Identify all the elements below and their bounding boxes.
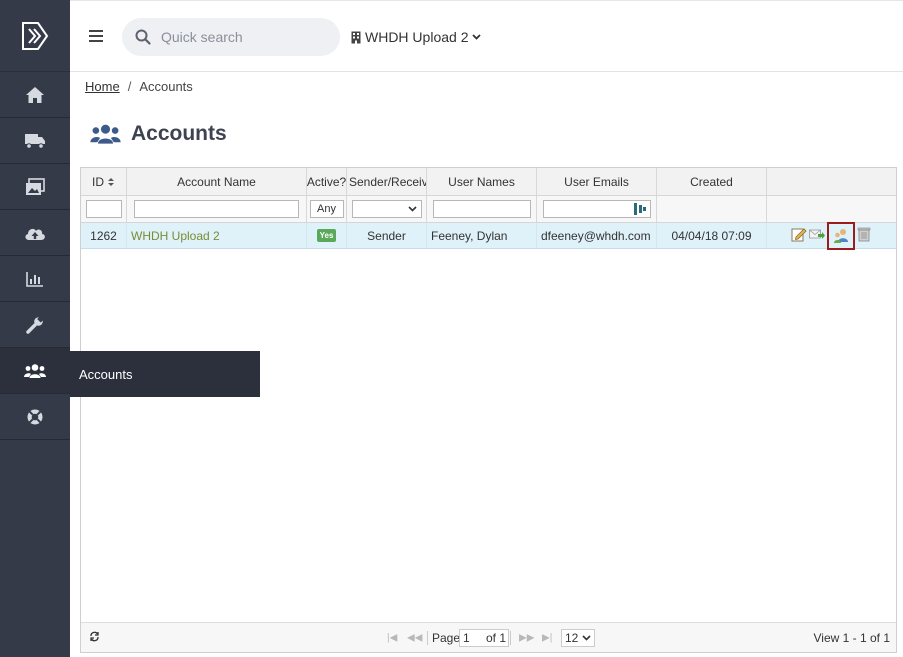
filter-id-input[interactable] — [85, 200, 122, 218]
forward-button[interactable] — [809, 226, 825, 245]
flyout-label: Accounts — [79, 366, 133, 382]
account-name-link[interactable]: WHDH Upload 2 — [131, 229, 220, 243]
top-bar: WHDH Upload 2 — [70, 0, 903, 72]
column-label-id: ID — [92, 174, 104, 189]
table-row[interactable]: 1262 WHDH Upload 2 Yes Sender Feeney, Dy… — [81, 221, 896, 250]
chevron-down-icon — [407, 206, 417, 212]
sidebar-item-upload[interactable] — [0, 210, 70, 256]
home-icon — [26, 86, 44, 103]
column-header-actions — [767, 168, 896, 195]
users-icon — [24, 363, 46, 378]
app-logo[interactable] — [0, 0, 70, 72]
breadcrumb-home-link[interactable]: Home — [85, 79, 120, 94]
column-header-created[interactable]: Created — [657, 168, 767, 195]
edit-button[interactable] — [791, 226, 807, 245]
breadcrumb: Home / Accounts — [85, 79, 193, 94]
cell-id: 1262 — [81, 223, 127, 248]
pager-divider — [427, 630, 428, 645]
filter-actions-cell — [767, 196, 896, 222]
page-title-text: Accounts — [131, 122, 227, 145]
cell-user-names: Feeney, Dylan — [427, 223, 537, 248]
page-title: Accounts — [89, 122, 227, 146]
quick-search — [122, 18, 340, 56]
pager-divider — [510, 630, 511, 645]
page-number-value: 1 — [463, 630, 470, 645]
truck-icon — [25, 133, 45, 149]
delete-button[interactable] — [857, 226, 871, 245]
sidebar-item-reports[interactable] — [0, 256, 70, 302]
refresh-icon — [90, 631, 99, 641]
search-input[interactable] — [161, 29, 321, 45]
column-header-user-emails[interactable]: User Emails — [537, 168, 657, 195]
filter-account-name-input[interactable] — [134, 200, 299, 218]
sort-icon — [108, 177, 114, 186]
column-header-sender-receiver[interactable]: Sender/Receiver — [347, 168, 427, 195]
menu-toggle-button[interactable] — [89, 29, 103, 48]
next-page-button[interactable]: ▶▶ — [519, 632, 534, 643]
sidebar-item-home[interactable] — [0, 72, 70, 118]
rows-per-page-select[interactable]: 12 — [561, 628, 595, 647]
filter-user-names-input[interactable] — [432, 200, 531, 218]
column-header-active[interactable]: Active? — [307, 168, 347, 195]
org-selector[interactable]: WHDH Upload 2 — [351, 29, 482, 45]
password-manager-icon — [633, 203, 646, 215]
search-icon — [135, 29, 151, 45]
sidebar-flyout-accounts[interactable]: Accounts — [70, 351, 260, 397]
last-page-button[interactable]: ▶| — [542, 632, 552, 643]
sidebar-item-shipments[interactable] — [0, 118, 70, 164]
active-badge: Yes — [316, 229, 337, 242]
wrench-icon — [26, 315, 44, 334]
trash-icon — [857, 227, 871, 242]
rows-per-page-value: 12 — [565, 630, 579, 645]
filter-active-select[interactable]: Any — [309, 200, 344, 218]
view-records-text: View 1 - 1 of 1 — [813, 630, 891, 645]
breadcrumb-current: Accounts — [139, 79, 193, 94]
hamburger-icon — [89, 30, 103, 42]
breadcrumb-separator: / — [127, 79, 132, 94]
org-name: WHDH Upload 2 — [365, 29, 469, 45]
grid-header: ID Account Name Active? Sender/Receiver … — [81, 168, 896, 196]
first-page-button[interactable]: |◀ — [387, 632, 397, 643]
life-ring-icon — [27, 409, 43, 424]
sidebar-item-accounts[interactable] — [0, 348, 70, 394]
filter-created-cell — [657, 196, 767, 222]
user-switch-icon — [834, 228, 848, 243]
logo-icon — [22, 21, 49, 50]
page-total: of 1 — [486, 630, 507, 645]
cloud-upload-icon — [25, 228, 45, 240]
edit-icon — [791, 228, 807, 242]
prev-page-button[interactable]: ◀◀ — [407, 632, 422, 643]
filter-active-value: Any — [317, 203, 336, 215]
cell-sender-receiver: Sender — [347, 223, 427, 248]
row-actions — [791, 221, 871, 250]
column-header-account-name[interactable]: Account Name — [127, 168, 307, 195]
cell-created: 04/04/18 07:09 — [657, 223, 767, 248]
building-icon — [351, 31, 361, 43]
page-label: Page — [432, 630, 461, 645]
grid-filter-row: Any — [81, 196, 896, 223]
sidebar-item-support[interactable] — [0, 394, 70, 440]
column-header-user-names[interactable]: User Names — [427, 168, 537, 195]
mail-forward-icon — [809, 229, 825, 239]
images-icon — [26, 177, 45, 195]
filter-user-emails-input[interactable] — [542, 200, 651, 218]
sidebar-item-media[interactable] — [0, 164, 70, 210]
impersonate-user-button[interactable] — [827, 221, 855, 250]
chevron-down-icon — [582, 634, 591, 641]
column-header-id[interactable]: ID — [81, 168, 127, 195]
cell-user-emails: dfeeney@whdh.com — [537, 223, 657, 248]
sidebar — [0, 0, 70, 657]
users-icon — [90, 124, 121, 144]
chevron-down-icon — [472, 34, 482, 40]
filter-sender-receiver-select[interactable] — [351, 200, 422, 218]
chart-icon — [26, 271, 43, 287]
grid-pager: |◀ ◀◀ Page 1 of 1 ▶▶ ▶| 12 View 1 - 1 of… — [81, 622, 896, 652]
sidebar-item-tools[interactable] — [0, 302, 70, 348]
refresh-button[interactable] — [89, 631, 100, 645]
accounts-grid: ID Account Name Active? Sender/Receiver … — [80, 167, 897, 653]
